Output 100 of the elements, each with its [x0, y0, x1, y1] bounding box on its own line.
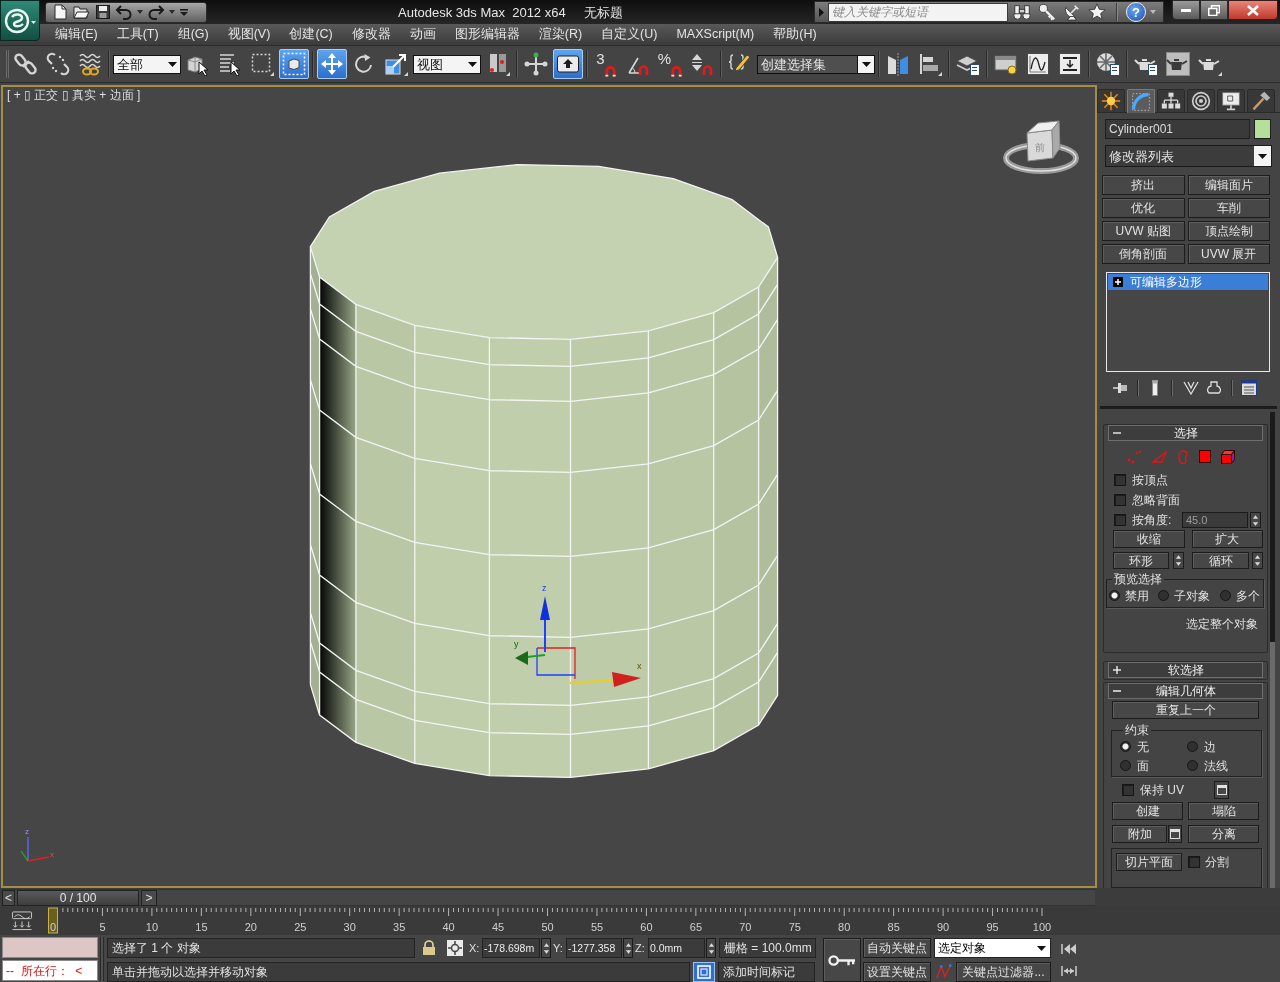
utilities-tab[interactable] — [1247, 89, 1275, 113]
checkbox[interactable] — [1114, 474, 1126, 486]
swatch-icon[interactable] — [1254, 119, 1271, 139]
timeline-ruler[interactable] — [62, 907, 1043, 917]
modifier-button[interactable]: 挤出 — [1102, 175, 1185, 195]
coordinate-field[interactable]: -178.698m — [482, 938, 540, 958]
curve-editor-toggle-button[interactable] — [9, 909, 35, 933]
move-gizmo[interactable] — [515, 596, 641, 687]
current-frame-marker[interactable] — [48, 907, 58, 934]
search-field[interactable]: 键入关键字或短语 — [828, 2, 1008, 22]
auto-key-button[interactable]: 自动关键点 — [863, 938, 931, 958]
panel-button[interactable]: 创建 — [1112, 802, 1183, 820]
radio-button[interactable] — [1158, 590, 1169, 601]
radio-button[interactable] — [1186, 741, 1198, 752]
panel-button[interactable]: 扩大 — [1191, 530, 1263, 548]
transform-mode-button[interactable] — [447, 940, 463, 956]
motion-tab[interactable] — [1187, 89, 1215, 113]
rendered-frame-button[interactable] — [1163, 49, 1193, 79]
previous-frame-button[interactable]: < — [2, 889, 15, 906]
menu-item[interactable]: 自定义(U) — [601, 28, 658, 41]
checkbox[interactable] — [1114, 494, 1126, 506]
menu-item[interactable]: 创建(C) — [289, 28, 333, 41]
isolate-toggle-button[interactable] — [693, 962, 715, 982]
panel-button[interactable]: 重复上一个 — [1112, 701, 1259, 719]
restore-button[interactable] — [1200, 0, 1228, 20]
new-scene-button[interactable] — [52, 3, 68, 21]
menu-item[interactable]: 工具(T) — [116, 28, 159, 41]
spinner[interactable] — [541, 938, 551, 958]
viewport-label[interactable]: [ + ▯ 正交 ▯ 真实 + 边面 ] — [7, 88, 141, 102]
menu-item[interactable]: 帮助(H) — [773, 28, 817, 41]
close-button[interactable] — [1228, 0, 1278, 20]
key-filters-button[interactable]: 关键点过滤器... — [956, 962, 1051, 982]
panel-button[interactable]: 收缩 — [1113, 530, 1185, 548]
menu-item[interactable]: 动画 — [409, 28, 436, 41]
settings-button[interactable] — [1214, 781, 1229, 799]
spinner[interactable] — [1250, 512, 1261, 528]
modifier-button[interactable]: 顶点绘制 — [1187, 221, 1270, 241]
object-name-field[interactable]: Cylinder001 — [1105, 119, 1250, 139]
radio-button[interactable] — [1120, 760, 1131, 771]
radio-button[interactable] — [1220, 590, 1231, 601]
modifier-button[interactable]: UVW 贴图 — [1102, 221, 1185, 241]
modifier-button[interactable]: 优化 — [1102, 198, 1185, 218]
stack-item[interactable]: 可编辑多边形 — [1108, 274, 1268, 290]
maxscript-listener-field[interactable] — [2, 937, 98, 958]
next-frame-button[interactable]: > — [141, 889, 157, 906]
select-and-move-button[interactable] — [317, 49, 347, 79]
spinner[interactable] — [1173, 552, 1184, 569]
snap-toggle-button[interactable]: 3 — [591, 49, 621, 79]
reference-coordinate-dropdown[interactable]: 视图 — [413, 54, 481, 74]
key-selection-dropdown[interactable]: 选定对象 — [934, 938, 1051, 958]
remove-modifier-button[interactable] — [1207, 380, 1221, 396]
menu-item[interactable]: 编辑(E) — [55, 28, 98, 41]
time-slider-track[interactable]: < 0 / 100 > — [2, 889, 1095, 906]
configure-sets-button[interactable] — [1241, 380, 1257, 396]
open-file-button[interactable] — [73, 3, 90, 21]
radio-button[interactable] — [1120, 741, 1131, 752]
hierarchy-tab[interactable] — [1157, 89, 1185, 113]
redo-button[interactable] — [148, 3, 164, 21]
spinner[interactable] — [623, 938, 633, 958]
modifier-button[interactable]: 编辑面片 — [1187, 175, 1270, 195]
modifier-button[interactable]: UVW 展开 — [1187, 244, 1270, 264]
spinner[interactable] — [1252, 552, 1263, 569]
menu-item[interactable]: 组(G) — [177, 28, 209, 41]
modifier-button[interactable]: 车削 — [1187, 198, 1270, 218]
spinner[interactable] — [706, 938, 716, 958]
undo-button[interactable] — [116, 3, 132, 21]
polygon-level-button[interactable] — [1199, 449, 1211, 464]
rollout-header[interactable]: 选择 — [1108, 425, 1263, 441]
modifier-button[interactable]: 倒角剖面 — [1102, 244, 1185, 264]
search-button[interactable] — [1011, 2, 1033, 22]
panel-button[interactable]: 切片平面 — [1116, 853, 1182, 871]
make-unique-button[interactable] — [1183, 380, 1199, 396]
time-slider-thumb[interactable]: 0 / 100 — [17, 889, 139, 906]
save-file-button[interactable] — [95, 3, 111, 21]
coordinate-field[interactable]: 0.0mm — [648, 938, 705, 958]
viewcube[interactable] — [1003, 120, 1079, 174]
element-level-button[interactable] — [1221, 449, 1235, 464]
set-key-mode-button[interactable] — [823, 938, 861, 982]
time-tag-field[interactable]: 添加时间标记 — [718, 962, 815, 982]
keyboard-override-button[interactable] — [553, 49, 583, 79]
panel-button[interactable]: 循环 — [1192, 552, 1249, 569]
checkbox[interactable] — [1114, 514, 1126, 526]
minimize-button[interactable] — [1172, 0, 1200, 20]
panel-button[interactable]: 塌陷 — [1188, 802, 1259, 820]
menu-item[interactable]: 图形编辑器 — [454, 28, 520, 41]
named-selection-set-dropdown[interactable]: 创建选择集 — [757, 54, 875, 74]
show-end-result-button[interactable] — [1151, 380, 1159, 396]
modifier-list-dropdown[interactable]: 修改器列表 — [1105, 145, 1272, 167]
pin-stack-button[interactable] — [1112, 380, 1128, 396]
panel-button[interactable]: 环形 — [1113, 552, 1169, 569]
settings-button[interactable] — [1168, 825, 1182, 843]
percent-snap-button[interactable]: % — [655, 49, 685, 79]
panel-button[interactable]: 附加 — [1112, 825, 1167, 843]
key-mode-button[interactable] — [1061, 965, 1077, 977]
selection-lock-button[interactable] — [422, 939, 436, 957]
coordinate-field[interactable]: -1277.358 — [566, 938, 622, 958]
menu-item[interactable]: 渲染(R) — [538, 28, 583, 41]
radio-button[interactable] — [1109, 590, 1120, 601]
menu-item[interactable]: 视图(V) — [227, 28, 271, 41]
menu-item[interactable]: 修改器 — [351, 28, 391, 41]
